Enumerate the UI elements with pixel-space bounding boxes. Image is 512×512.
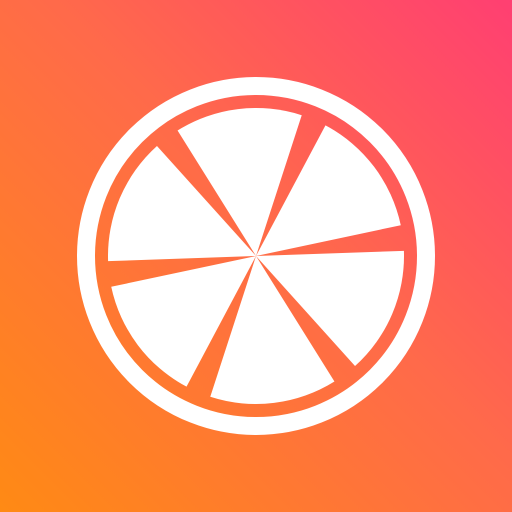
citrus-slice-icon [77,77,435,435]
app-icon-background [0,0,512,512]
citrus-segments [107,107,405,405]
